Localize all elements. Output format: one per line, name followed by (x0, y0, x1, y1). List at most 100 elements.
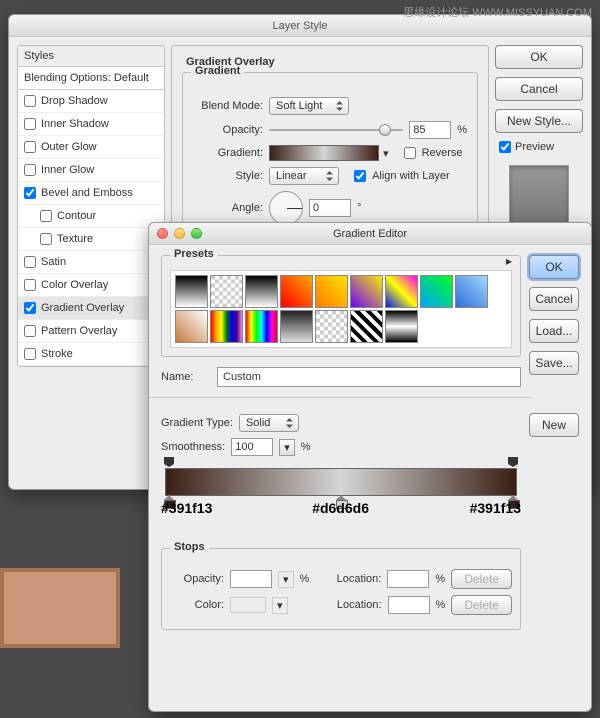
presets-menu-icon[interactable]: ▸ (506, 254, 512, 268)
preset-swatch[interactable] (280, 310, 313, 343)
preset-swatch[interactable] (175, 275, 208, 308)
opacity-stop-left[interactable] (164, 457, 174, 467)
style-inner-shadow[interactable]: Inner Shadow (18, 113, 164, 136)
ok-button[interactable]: OK (495, 45, 583, 69)
preset-swatch[interactable] (455, 275, 488, 308)
gradient-bar[interactable] (165, 468, 517, 496)
angle-input[interactable] (309, 199, 351, 217)
preset-swatch[interactable] (315, 275, 348, 308)
ge-save-button[interactable]: Save... (529, 351, 579, 375)
ge-cancel-button[interactable]: Cancel (529, 287, 579, 311)
satin-check[interactable] (24, 256, 36, 268)
opacity-slider[interactable] (269, 123, 403, 137)
gradient-type-select[interactable]: Solid (239, 414, 299, 432)
texture-label: Texture (57, 233, 93, 245)
stops-legend: Stops (170, 541, 209, 553)
style-outer-glow[interactable]: Outer Glow (18, 136, 164, 159)
style-color-overlay[interactable]: Color Overlay (18, 274, 164, 297)
stop-opacity-input (230, 570, 272, 588)
presets-grid (170, 270, 512, 348)
satin-label: Satin (41, 256, 66, 268)
blend-mode-select[interactable]: Soft Light (269, 97, 349, 115)
styles-header[interactable]: Styles (18, 46, 164, 67)
contour-check[interactable] (40, 210, 52, 222)
gradient-label: Gradient: (193, 147, 263, 159)
preview-check[interactable] (499, 141, 511, 153)
angle-deg: ° (357, 202, 361, 214)
ge-load-button[interactable]: Load... (529, 319, 579, 343)
preset-swatch[interactable] (350, 310, 383, 343)
style-gradient-overlay[interactable]: Gradient Overlay (18, 297, 164, 320)
gradient-dropdown-icon[interactable]: ▾ (383, 147, 389, 160)
texture-check[interactable] (40, 233, 52, 245)
preset-swatch[interactable] (245, 310, 278, 343)
style-inner-glow[interactable]: Inner Glow (18, 159, 164, 182)
opacity-label: Opacity: (193, 124, 263, 136)
style-stroke[interactable]: Stroke (18, 343, 164, 366)
minimize-icon[interactable] (174, 228, 185, 239)
angle-dial[interactable] (269, 191, 303, 225)
smoothness-input[interactable] (231, 438, 273, 456)
drop-shadow-check[interactable] (24, 95, 36, 107)
stroke-check[interactable] (24, 348, 36, 360)
preview-thumbnail (509, 165, 569, 225)
preset-swatch[interactable] (315, 310, 348, 343)
preset-swatch[interactable] (245, 275, 278, 308)
blending-options-row[interactable]: Blending Options: Default (18, 67, 164, 90)
preset-swatch[interactable] (210, 310, 243, 343)
style-texture[interactable]: Texture (18, 228, 164, 251)
align-check[interactable] (354, 170, 366, 182)
gradient-type-label: Gradient Type: (161, 417, 233, 429)
stop-color-location-pct: % (436, 599, 446, 611)
gradient-overlay-check[interactable] (24, 302, 36, 314)
presets-legend: Presets (170, 248, 218, 260)
preset-swatch[interactable] (420, 275, 453, 308)
preset-swatch[interactable] (350, 275, 383, 308)
reverse-label: Reverse (422, 147, 463, 159)
pattern-overlay-check[interactable] (24, 325, 36, 337)
color-overlay-check[interactable] (24, 279, 36, 291)
stop-location-pct: % (435, 573, 445, 585)
style-bevel-emboss[interactable]: Bevel and Emboss (18, 182, 164, 205)
stop-location-label: Location: (323, 573, 381, 585)
outer-glow-check[interactable] (24, 141, 36, 153)
opacity-stop-right[interactable] (508, 457, 518, 467)
gradient-legend: Gradient (191, 65, 244, 77)
stop-color-location-input (388, 596, 430, 614)
new-style-button[interactable]: New Style... (495, 109, 583, 133)
stop-location-input (387, 570, 429, 588)
pattern-overlay-label: Pattern Overlay (41, 325, 117, 337)
style-drop-shadow[interactable]: Drop Shadow (18, 90, 164, 113)
zoom-icon[interactable] (191, 228, 202, 239)
hex-right: #391f13 (470, 500, 521, 516)
preset-swatch[interactable] (385, 275, 418, 308)
preset-swatch[interactable] (210, 275, 243, 308)
ge-ok-button[interactable]: OK (529, 255, 579, 279)
close-icon[interactable] (157, 228, 168, 239)
bevel-check[interactable] (24, 187, 36, 199)
preset-swatch[interactable] (280, 275, 313, 308)
style-pattern-overlay[interactable]: Pattern Overlay (18, 320, 164, 343)
inner-glow-check[interactable] (24, 164, 36, 176)
stop-opacity-pct: % (300, 573, 310, 585)
align-label: Align with Layer (372, 170, 450, 182)
gradient-swatch[interactable] (269, 145, 379, 161)
style-satin[interactable]: Satin (18, 251, 164, 274)
reverse-check[interactable] (404, 147, 416, 159)
smoothness-dropdown-icon[interactable]: ▾ (279, 439, 295, 456)
inner-shadow-label: Inner Shadow (41, 118, 109, 130)
gradient-editor-titlebar[interactable]: Gradient Editor (149, 223, 591, 245)
preset-swatch[interactable] (175, 310, 208, 343)
stop-opacity-dd-icon: ▾ (278, 571, 294, 588)
name-input[interactable] (217, 367, 521, 387)
cancel-button[interactable]: Cancel (495, 77, 583, 101)
style-select[interactable]: Linear (269, 167, 339, 185)
stop-color-label: Color: (170, 599, 224, 611)
inner-glow-label: Inner Glow (41, 164, 94, 176)
ge-new-button[interactable]: New (529, 413, 579, 437)
inner-shadow-check[interactable] (24, 118, 36, 130)
style-contour[interactable]: Contour (18, 205, 164, 228)
hex-mid: #d6d6d6 (312, 500, 369, 516)
preset-swatch[interactable] (385, 310, 418, 343)
opacity-input[interactable] (409, 121, 451, 139)
